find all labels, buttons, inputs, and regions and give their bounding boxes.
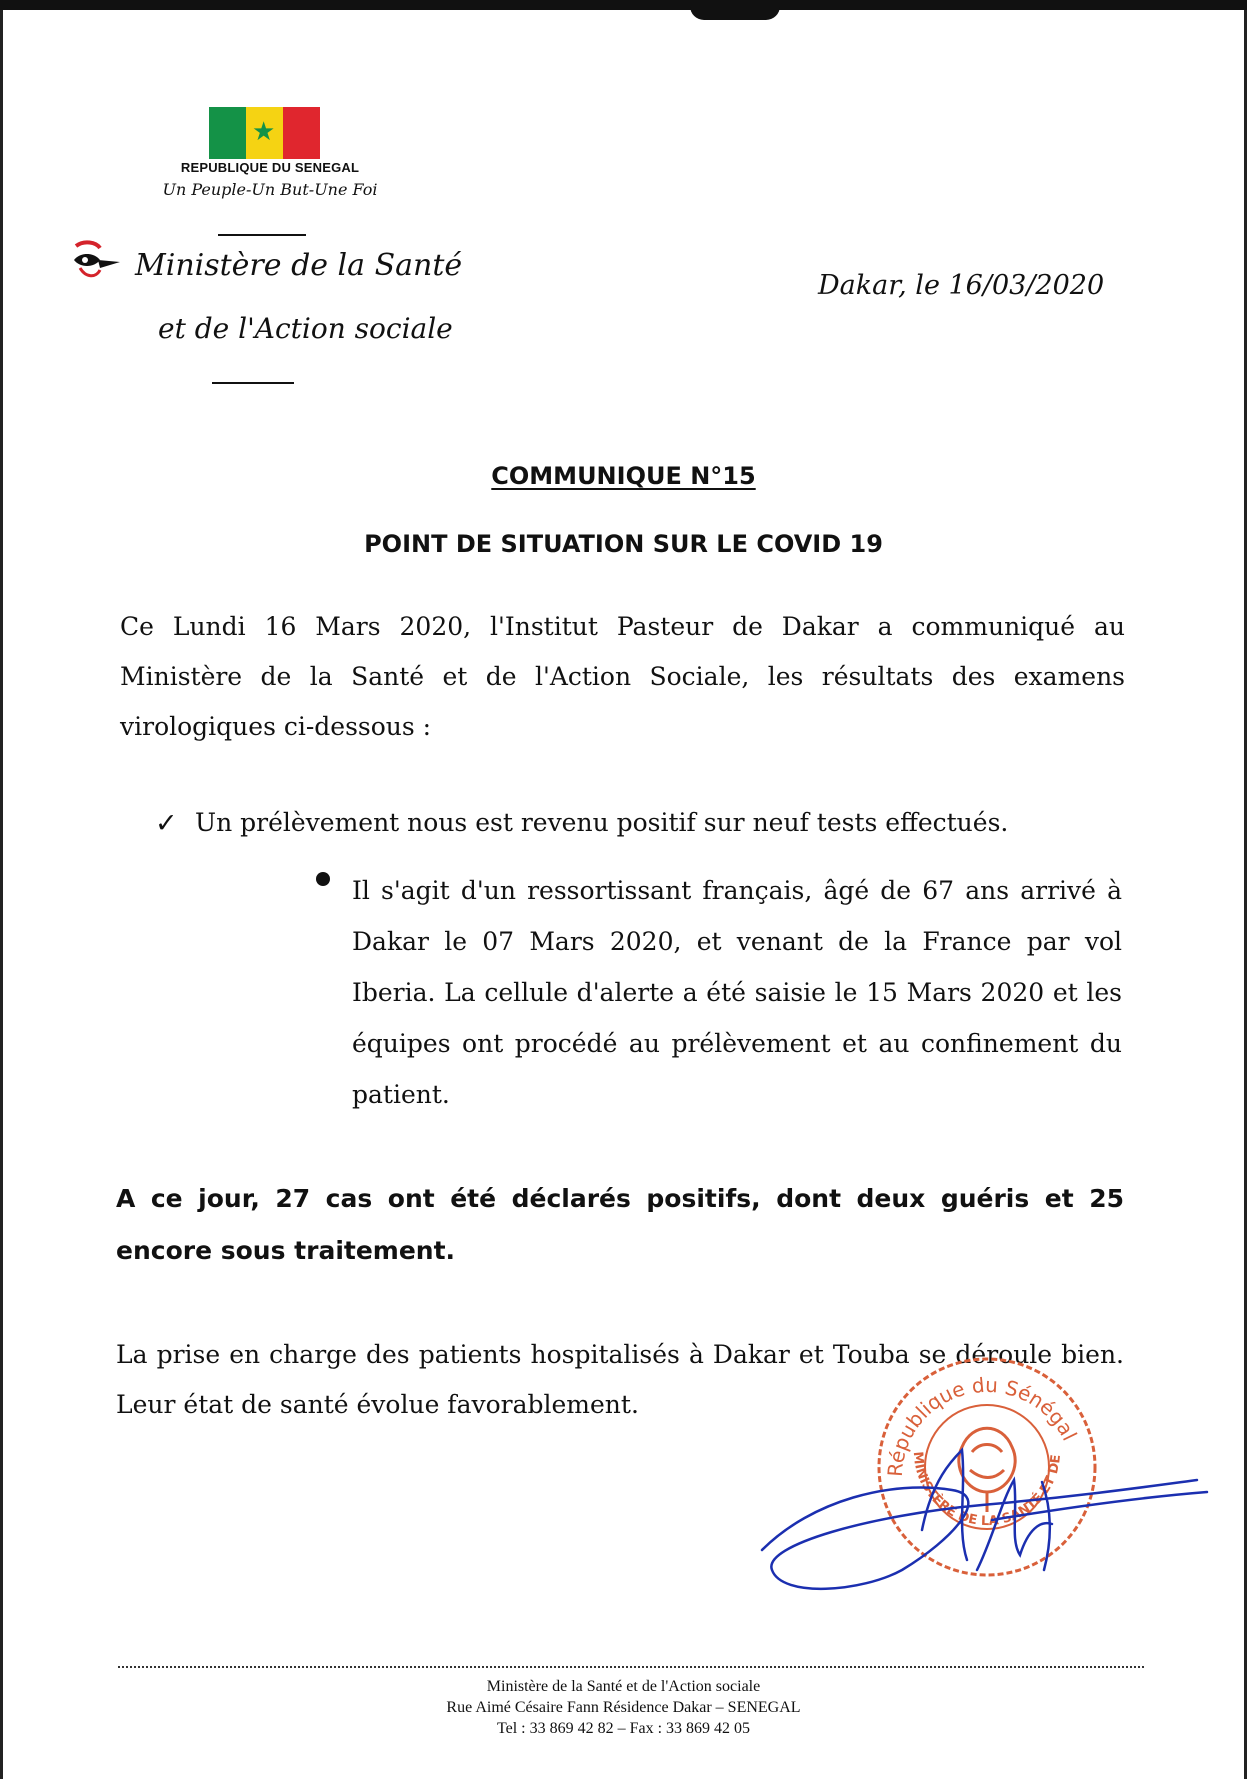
bullet-item-text: Il s'agit d'un ressortissant français, â… (352, 876, 1122, 1109)
footer-divider (118, 1666, 1144, 1668)
intro-paragraph: Ce Lundi 16 Mars 2020, l'Institut Pasteu… (120, 612, 1125, 741)
footer-address: Rue Aimé Césaire Fann Résidence Dakar – … (446, 1699, 801, 1716)
national-motto: Un Peuple-Un But-Une Foi (162, 180, 378, 199)
check-item-text: Un prélèvement nous est revenu positif s… (195, 808, 1009, 837)
summary-paragraph: A ce jour, 27 cas ont été déclarés posit… (116, 1184, 1124, 1265)
footer: Ministère de la Santé et de l'Action soc… (0, 1676, 1247, 1739)
star-icon: ★ (252, 117, 276, 147)
communique-subject: POINT DE SITUATION SUR LE COVID 19 (364, 530, 883, 558)
ministry-name-line1: Ministère de la Santé (135, 248, 463, 283)
communique-title-text: COMMUNIQUE N°15 (491, 462, 756, 490)
header-divider-top (218, 234, 306, 236)
header-divider-bottom (212, 382, 294, 384)
document-date: Dakar, le 16/03/2020 (818, 270, 1105, 301)
senegal-flag: ★ (209, 107, 320, 159)
republic-name: REPUBLIQUE DU SENEGAL (180, 160, 360, 175)
flag-red-band (283, 107, 320, 159)
checkmark-icon: ✓ (155, 808, 178, 839)
top-border (0, 0, 1247, 10)
flag-yellow-band: ★ (246, 107, 283, 159)
bullet-icon (316, 872, 330, 886)
communique-title: COMMUNIQUE N°15 (0, 462, 1247, 490)
ministry-name-line2: et de l'Action sociale (158, 312, 453, 345)
flag-green-band (209, 107, 246, 159)
ministry-logo-icon (74, 240, 120, 278)
footer-contact: Tel : 33 869 42 82 – Fax : 33 869 42 05 (496, 1720, 751, 1737)
left-border (0, 10, 3, 1779)
top-border-notch (690, 6, 780, 20)
handwritten-signature (760, 1447, 1209, 1591)
footer-ministry: Ministère de la Santé et de l'Action soc… (486, 1678, 761, 1695)
